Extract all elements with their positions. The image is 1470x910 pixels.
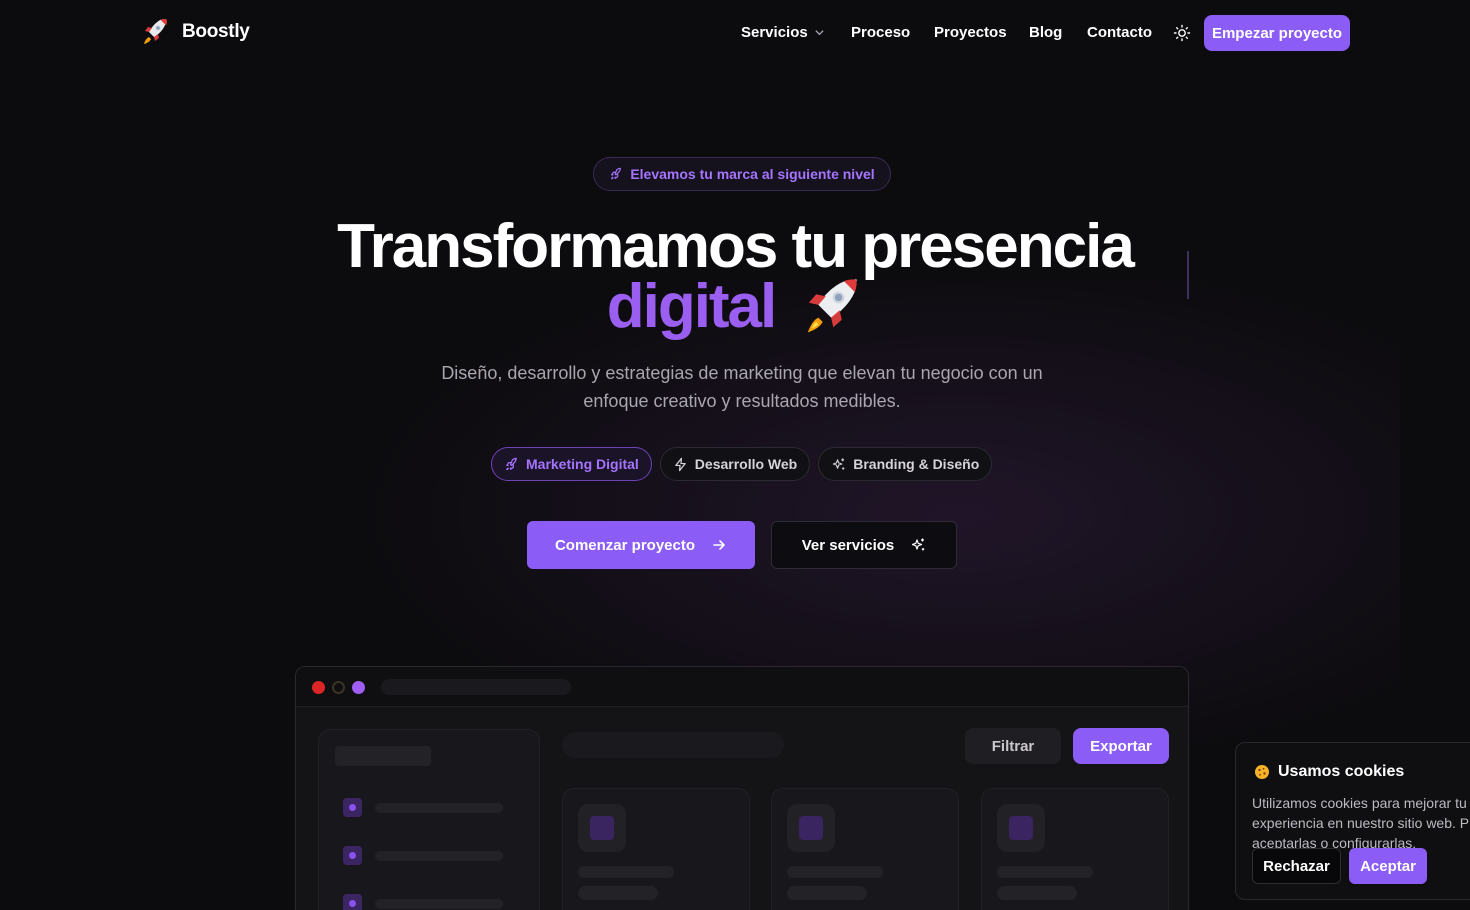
nav-item-contacto[interactable]: Contacto: [1087, 24, 1152, 41]
tag-desarrollo-web[interactable]: Desarrollo Web: [659, 447, 811, 481]
skeleton-line: [375, 803, 503, 813]
start-project-cta-label: Comenzar proyecto: [554, 536, 696, 554]
cookie-icon: [1255, 765, 1269, 779]
nav-item-proceso[interactable]: Proceso: [851, 24, 910, 41]
mockup-card: [981, 788, 1169, 910]
skeleton-line: [997, 886, 1077, 900]
mockup-url-placeholder: [381, 679, 571, 695]
card-icon-placeholder: [997, 804, 1045, 852]
hero-subtitle-line1: Diseño, desarrollo y estrategias de mark…: [441, 363, 1043, 383]
tag-label: Branding & Diseño: [853, 456, 980, 472]
mockup-search-placeholder: [562, 732, 784, 758]
skeleton-line: [375, 899, 503, 909]
start-project-cta[interactable]: Comenzar proyecto: [527, 521, 755, 569]
sidebar-heading-placeholder: [335, 746, 431, 766]
nav-item-label: Servicios: [741, 24, 808, 41]
text-cursor: [1187, 251, 1189, 299]
hero-title-accent: digital: [606, 272, 778, 341]
rocket-icon: [506, 457, 517, 470]
export-button[interactable]: Exportar: [1073, 728, 1169, 764]
tag-branding-diseno[interactable]: Branding & Diseño: [818, 447, 993, 481]
tag-label: Marketing Digital: [526, 456, 639, 472]
nav-item-blog[interactable]: Blog: [1029, 24, 1062, 41]
sidebar-item-icon: [343, 798, 362, 817]
chevron-down-icon: [815, 30, 824, 36]
start-project-button[interactable]: Empezar proyecto: [1204, 15, 1350, 51]
filter-button[interactable]: Filtrar: [965, 728, 1061, 764]
arrow-right-icon: [713, 540, 725, 550]
hero-title-line2: digital: [0, 272, 1470, 342]
service-tags: Marketing Digital Desarrollo Web Brandin…: [491, 447, 993, 481]
mockup-card: [562, 788, 750, 910]
top-navigation: Boostly Servicios Proceso Proyectos Blog…: [0, 0, 1470, 66]
window-close-dot: [312, 681, 325, 694]
nav-item-proyectos[interactable]: Proyectos: [934, 24, 1007, 41]
reject-cookies-button[interactable]: Rechazar: [1252, 848, 1341, 884]
window-minimize-dot: [332, 681, 345, 694]
rocket-icon: [808, 279, 857, 333]
brand[interactable]: Boostly: [138, 16, 250, 48]
rocket-icon: [611, 167, 622, 180]
cookie-description: Utilizamos cookies para mejorar tu exper…: [1252, 795, 1470, 851]
window-maximize-dot: [352, 681, 365, 694]
hero-subtitle-line2: enfoque creativo y resultados medibles.: [583, 391, 901, 411]
sparkles-icon: [833, 457, 845, 470]
skeleton-line: [578, 886, 658, 900]
sidebar-item-placeholder: [343, 894, 503, 910]
sidebar-item-placeholder: [343, 798, 503, 818]
skeleton-line: [787, 886, 867, 900]
accept-cookies-button[interactable]: Aceptar: [1349, 848, 1427, 884]
sun-icon[interactable]: [1172, 23, 1192, 43]
hero-subtitle: Diseño, desarrollo y estrategias de mark…: [400, 359, 1084, 415]
view-services-label: Ver servicios: [801, 536, 895, 554]
zap-icon: [675, 457, 686, 471]
tag-marketing-digital[interactable]: Marketing Digital: [491, 447, 652, 481]
skeleton-line: [787, 866, 883, 878]
card-icon-placeholder: [787, 804, 835, 852]
cookie-title: Usamos cookies: [1254, 763, 1404, 781]
mockup-card: [771, 788, 959, 910]
sidebar-item-icon: [343, 846, 362, 865]
view-services-button[interactable]: Ver servicios: [771, 521, 957, 569]
hero-badge: Elevamos tu marca al siguiente nivel: [593, 157, 891, 191]
hero-badge-text: Elevamos tu marca al siguiente nivel: [630, 166, 875, 182]
skeleton-line: [578, 866, 674, 878]
cookie-banner: Usamos cookies Utilizamos cookies para m…: [1235, 742, 1470, 900]
skeleton-line: [375, 851, 503, 861]
skeleton-line: [997, 866, 1093, 878]
cookie-title-text: Usamos cookies: [1278, 763, 1405, 780]
nav-item-servicios[interactable]: Servicios: [741, 24, 825, 41]
dashboard-mockup: Filtrar Exportar: [295, 666, 1189, 910]
rocket-icon: [144, 19, 167, 44]
card-icon-placeholder: [578, 804, 626, 852]
sidebar-item-placeholder: [343, 846, 503, 866]
mockup-sidebar: [318, 729, 540, 910]
brand-name: Boostly: [182, 21, 250, 42]
sparkles-icon: [912, 538, 925, 551]
mockup-titlebar: [296, 667, 1188, 707]
sidebar-item-icon: [343, 894, 362, 910]
tag-label: Desarrollo Web: [694, 456, 798, 472]
